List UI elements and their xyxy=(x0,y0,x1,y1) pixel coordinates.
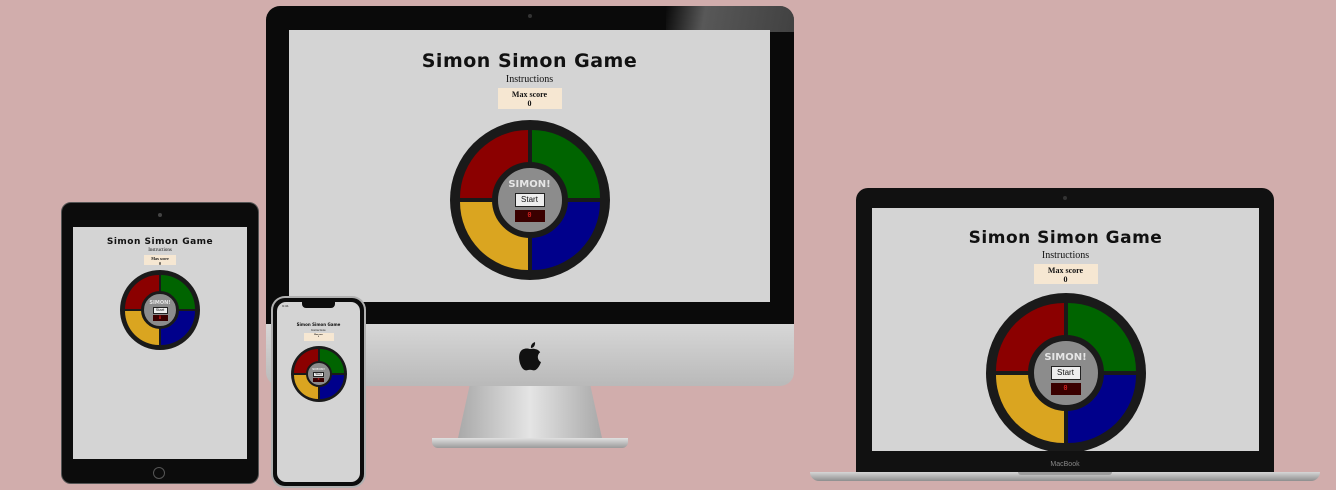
iphone-status-time: 9:41 xyxy=(282,304,289,308)
simon-board: SIMON! Start 0 xyxy=(449,120,610,280)
macbook-brand-label: MacBook xyxy=(1050,461,1080,468)
game-title: Simon Simon Game xyxy=(968,228,1163,248)
simon-center: SIMON! Start 0 xyxy=(305,361,332,387)
macbook-notch xyxy=(1018,472,1112,475)
apple-logo-icon xyxy=(516,340,544,372)
score-display: 0 xyxy=(1050,382,1081,395)
max-score-label: Max score xyxy=(511,90,548,99)
game-title: Simon Simon Game xyxy=(421,50,638,72)
simon-center: SIMON! Start 0 xyxy=(141,291,179,329)
max-score-box: Max score 0 xyxy=(1033,264,1098,284)
imac-stand xyxy=(458,386,602,438)
simon-label: SIMON! xyxy=(508,178,551,190)
macbook-camera xyxy=(1063,196,1067,200)
start-button[interactable]: Start xyxy=(152,306,168,314)
simon-center: SIMON! Start 0 xyxy=(1027,335,1104,411)
instructions-link[interactable]: Instructions xyxy=(506,74,553,85)
max-score-value: 0 xyxy=(527,99,532,108)
ipad-camera xyxy=(158,213,162,217)
simon-label: SIMON! xyxy=(149,299,171,306)
game-title: Simon Simon Game xyxy=(296,322,341,327)
game-title: Simon Simon Game xyxy=(106,237,214,247)
ipad-device: Simon Simon Game Instructions Max score … xyxy=(61,202,259,484)
start-button[interactable]: Start xyxy=(514,192,545,207)
imac-glare xyxy=(666,6,794,32)
score-display: 0 xyxy=(313,377,324,382)
simon-label: SIMON! xyxy=(1044,351,1087,363)
max-score-box: Max score 0 xyxy=(144,255,176,266)
start-button[interactable]: Start xyxy=(1050,365,1081,380)
score-display: 0 xyxy=(152,314,168,321)
max-score-box: Max score 0 xyxy=(303,333,334,341)
instructions-link[interactable]: Instructions xyxy=(311,328,325,332)
simon-label: SIMON! xyxy=(312,366,325,371)
simon-center: SIMON! Start 0 xyxy=(491,162,568,238)
instructions-link[interactable]: Instructions xyxy=(1042,250,1089,261)
max-score-value: 0 xyxy=(1063,275,1068,284)
instructions-link[interactable]: Instructions xyxy=(148,248,172,253)
ipad-screen: Simon Simon Game Instructions Max score … xyxy=(73,227,247,459)
macbook-device: Simon Simon Game Instructions Max score … xyxy=(856,188,1274,472)
simon-board: SIMON! Start 0 xyxy=(120,270,200,350)
ipad-home-button[interactable] xyxy=(153,467,165,479)
imac-base xyxy=(432,438,628,448)
max-score-value: 0 xyxy=(318,336,319,338)
max-score-label: Max score xyxy=(1047,266,1084,275)
imac-screen: Simon Simon Game Instructions Max score … xyxy=(289,30,770,302)
macbook-screen: Simon Simon Game Instructions Max score … xyxy=(872,208,1259,451)
start-button[interactable]: Start xyxy=(313,371,324,377)
simon-board: SIMON! Start 0 xyxy=(985,293,1146,451)
imac-camera xyxy=(528,14,532,18)
max-score-box: Max score 0 xyxy=(497,88,562,109)
iphone-device: 9:41 Simon Simon Game Instructions Max s… xyxy=(271,296,366,488)
max-score-value: 0 xyxy=(159,261,161,266)
simon-board: SIMON! Start 0 xyxy=(290,346,347,402)
score-display: 0 xyxy=(514,209,545,222)
iphone-notch xyxy=(302,302,335,308)
iphone-screen: 9:41 Simon Simon Game Instructions Max s… xyxy=(277,302,360,482)
